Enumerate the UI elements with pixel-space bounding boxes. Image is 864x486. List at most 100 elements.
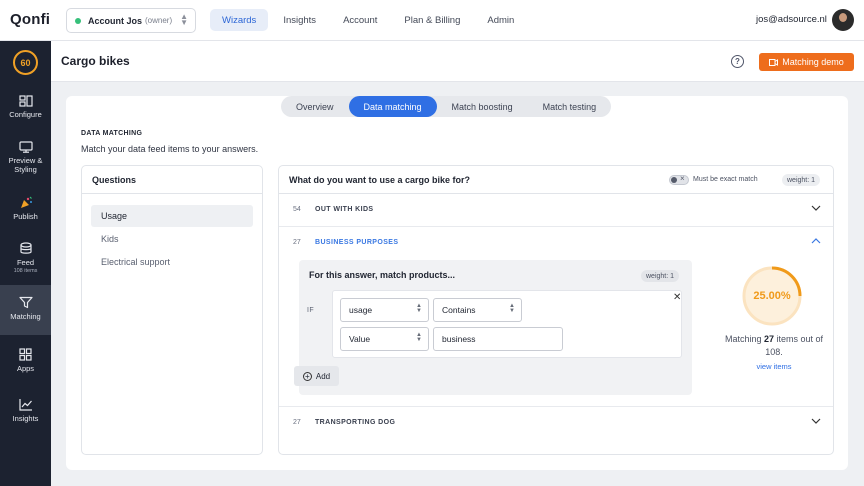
filter-icon	[18, 296, 33, 309]
section-description: Match your data feed items to your answe…	[81, 144, 259, 154]
operator-select-value: Contains	[442, 305, 476, 315]
sidebar-item-label: Feed	[16, 258, 35, 267]
sidebar-item-matching[interactable]: Matching	[0, 285, 51, 335]
sidebar-item-label: Configure	[9, 110, 42, 119]
answer-row-transporting-dog[interactable]: 27 TRANSPORTING DOG	[279, 407, 833, 440]
field-select[interactable]: usage ▲ ▼	[340, 298, 429, 322]
sidebar-item-configure[interactable]: Configure	[0, 92, 51, 134]
questions-panel: Questions Usage Kids Electrical support	[81, 165, 263, 455]
matching-summary: Matching 27 items out of 108.	[719, 333, 829, 359]
monitor-icon	[18, 141, 33, 153]
sidebar-item-preview-styling[interactable]: Preview & Styling	[0, 138, 51, 182]
close-icon[interactable]: ✕	[673, 292, 681, 303]
party-popper-icon	[20, 196, 32, 208]
sidebar-item-feed[interactable]: Feed 108 items	[0, 240, 51, 280]
tab-match-boosting[interactable]: Match boosting	[437, 96, 528, 117]
view-items-link[interactable]: view items	[719, 362, 829, 371]
field-select-value: usage	[349, 305, 373, 315]
add-condition-button[interactable]: + Add	[294, 366, 339, 386]
sidebar-item-publish[interactable]: Publish	[0, 193, 51, 231]
avatar[interactable]	[832, 9, 854, 31]
answer-count: 54	[293, 206, 301, 213]
plus-icon: +	[302, 371, 312, 381]
answer-weight-badge[interactable]: weight: 1	[641, 270, 680, 282]
video-icon	[769, 58, 779, 66]
chevron-updown-icon: ▲ ▼	[416, 332, 422, 343]
answer-count: 27	[293, 239, 301, 246]
main-nav: Wizards Insights Account Plan & Billing …	[210, 9, 529, 31]
if-label: IF	[307, 307, 315, 314]
chevron-updown-icon: ▲ ▼	[180, 12, 188, 27]
chevron-up-icon[interactable]	[811, 238, 821, 244]
answer-label: OUT WITH KIDS	[315, 206, 374, 213]
feed-count: 108 items	[13, 268, 38, 274]
operator-select[interactable]: Contains ▲ ▼	[433, 298, 522, 322]
page-title: Cargo bikes	[61, 54, 130, 68]
answer-count: 27	[293, 419, 301, 426]
question-title: What do you want to use a cargo bike for…	[289, 175, 471, 185]
question-item-usage[interactable]: Usage	[91, 205, 253, 227]
sidebar-item-label: Publish	[13, 212, 38, 221]
sidebar: 60 Configure Preview & Styling Publish F…	[0, 41, 51, 486]
nav-wizards[interactable]: Wizards	[210, 9, 269, 31]
chevron-updown-icon: ▲ ▼	[509, 303, 515, 314]
question-item-electrical-support[interactable]: Electrical support	[91, 251, 253, 273]
chevron-updown-icon: ▲ ▼	[416, 303, 422, 314]
nav-account[interactable]: Account	[331, 9, 389, 31]
score-badge[interactable]: 60	[13, 50, 38, 75]
nav-insights[interactable]: Insights	[271, 9, 328, 31]
match-rule-title: For this answer, match products...	[309, 270, 456, 280]
summary-text-before: Matching	[724, 334, 764, 344]
database-icon	[19, 242, 32, 254]
answers-header: What do you want to use a cargo bike for…	[279, 166, 833, 194]
summary-text-after: items out of 108.	[765, 334, 824, 357]
add-label: Add	[315, 371, 331, 381]
tab-bar: Overview Data matching Match boosting Ma…	[281, 96, 612, 117]
tab-match-testing[interactable]: Match testing	[528, 96, 612, 117]
sidebar-item-apps[interactable]: Apps	[0, 346, 51, 384]
answer-row-business-purposes: 27 BUSINESS PURPOSES For this answer, ma…	[279, 227, 833, 407]
exact-match-label: Must be exact match	[693, 176, 758, 183]
tab-data-matching[interactable]: Data matching	[348, 96, 437, 117]
matching-demo-button[interactable]: Matching demo	[759, 53, 854, 71]
top-bar: Qonfi Account Jos (owner) ▲ ▼ Wizards Ins…	[0, 0, 864, 41]
question-weight-badge[interactable]: weight: 1	[782, 174, 821, 186]
user-email[interactable]: jos@adsource.nl	[756, 14, 827, 25]
chart-line-icon	[18, 399, 32, 411]
exact-match-toggle[interactable]	[669, 174, 689, 185]
help-icon[interactable]: ?	[731, 55, 744, 68]
section-label: DATA MATCHING	[81, 130, 143, 137]
app-logo[interactable]: Qonfi	[10, 11, 50, 28]
account-name: Account Jos	[88, 15, 143, 26]
sidebar-item-label: Insights	[12, 414, 39, 423]
status-dot	[75, 17, 81, 24]
value-input[interactable]: business	[433, 327, 563, 351]
chevron-down-icon[interactable]	[811, 418, 821, 424]
answers-panel: What do you want to use a cargo bike for…	[278, 165, 834, 455]
main-card: Overview Data matching Match boosting Ma…	[66, 96, 848, 470]
configure-icon	[18, 95, 33, 107]
answer-label: TRANSPORTING DOG	[315, 419, 396, 426]
match-rule-box: For this answer, match products... weigh…	[294, 260, 692, 395]
value-type-select-value: Value	[349, 334, 371, 344]
nav-admin[interactable]: Admin	[475, 9, 526, 31]
question-item-kids[interactable]: Kids	[91, 228, 253, 250]
match-percentage-donut: 25.00%	[739, 263, 805, 329]
page-header: Cargo bikes ? Matching demo	[51, 41, 864, 82]
tab-overview[interactable]: Overview	[281, 96, 349, 117]
account-switcher[interactable]: Account Jos (owner) ▲ ▼	[66, 8, 196, 33]
sidebar-item-label: Apps	[16, 364, 35, 373]
answer-row-out-with-kids[interactable]: 54 OUT WITH KIDS	[279, 194, 833, 227]
answer-label[interactable]: BUSINESS PURPOSES	[315, 239, 398, 246]
questions-header: Questions	[82, 166, 262, 194]
sidebar-item-label-2: Styling	[14, 165, 37, 174]
nav-plan-billing[interactable]: Plan & Billing	[392, 9, 472, 31]
matching-demo-label: Matching demo	[782, 57, 844, 67]
chevron-down-icon[interactable]	[811, 205, 821, 211]
summary-count: 27	[763, 334, 774, 344]
sidebar-item-label: Preview &	[8, 156, 43, 165]
condition-group: ✕ usage ▲ ▼ Contains ▲ ▼ Value ▲ ▼ business	[332, 290, 682, 358]
sidebar-item-insights[interactable]: Insights	[0, 396, 51, 434]
value-type-select[interactable]: Value ▲ ▼	[340, 327, 429, 351]
sidebar-item-label: Matching	[10, 312, 41, 321]
